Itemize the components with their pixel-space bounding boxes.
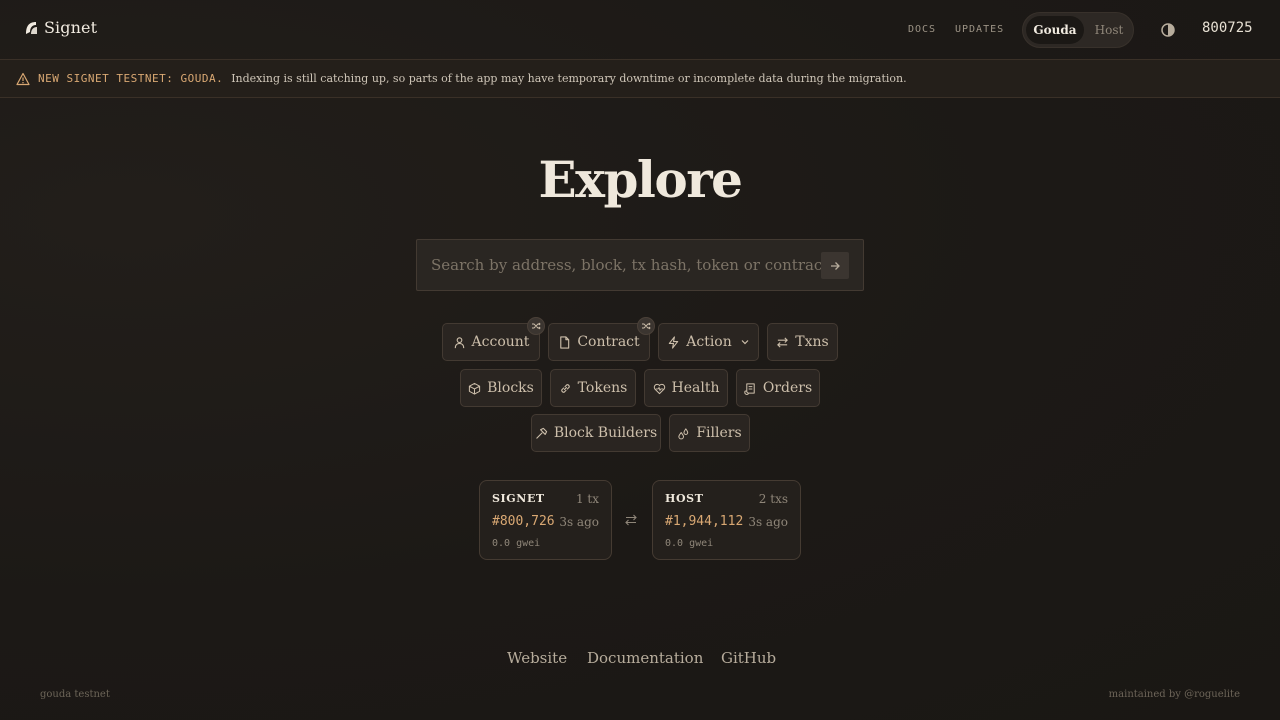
lightning-icon xyxy=(669,335,679,349)
quick-link-fillers-label: Fillers xyxy=(696,425,742,441)
quick-link-action-label: Action xyxy=(686,334,732,350)
quick-link-tokens-label: Tokens xyxy=(577,380,628,396)
footer-documentation-link[interactable]: Documentation xyxy=(587,649,703,667)
quick-link-contract[interactable]: Contract xyxy=(548,323,650,361)
droplets-icon xyxy=(678,427,689,439)
quick-link-block-builders-label: Block Builders xyxy=(553,425,658,441)
swap-icon xyxy=(625,514,637,526)
cube-icon xyxy=(469,382,481,395)
quick-link-account-label: Account xyxy=(471,334,530,350)
quick-link-health[interactable]: Health xyxy=(644,369,728,407)
search-input[interactable] xyxy=(431,240,823,290)
top-navbar: Signet DOCS UPDATES Gouda Host 800725 xyxy=(0,0,1280,60)
quick-link-txns-label: Txns xyxy=(795,334,829,350)
card-block-number[interactable]: #800,726 xyxy=(492,514,555,529)
quick-link-health-label: Health xyxy=(671,380,720,396)
quick-link-blocks[interactable]: Blocks xyxy=(460,369,542,407)
signet-logo-icon xyxy=(26,21,37,34)
chevron-down-icon xyxy=(741,340,749,345)
card-gas-price: 0.0 gwei xyxy=(665,538,714,549)
page-title: Explore xyxy=(538,150,743,209)
footer-website-link[interactable]: Website xyxy=(507,649,567,667)
contrast-icon[interactable] xyxy=(1160,22,1176,38)
arrow-right-icon xyxy=(831,261,840,270)
card-tx-count: 1 tx xyxy=(575,492,599,506)
announcement-banner: NEW SIGNET TESTNET: GOUDA. Indexing is s… xyxy=(0,60,1280,98)
card-chain-label: SIGNET xyxy=(492,492,545,505)
quick-link-fillers[interactable]: Fillers xyxy=(669,414,750,452)
quick-link-action[interactable]: Action xyxy=(658,323,759,361)
footer-maintainer-note[interactable]: maintained by @roguelite xyxy=(1109,689,1240,700)
network-option-gouda[interactable]: Gouda xyxy=(1026,16,1084,44)
card-tx-count: 2 txs xyxy=(758,492,788,506)
latest-block-number[interactable]: 800725 xyxy=(1202,20,1253,36)
network-option-host[interactable]: Host xyxy=(1087,16,1131,44)
arrows-left-right-icon xyxy=(777,336,789,348)
quick-link-orders[interactable]: Orders xyxy=(736,369,820,407)
quick-link-txns[interactable]: Txns xyxy=(767,323,838,361)
signet-chain-card[interactable]: SIGNET 1 tx #800,726 3s ago 0.0 gwei xyxy=(479,480,612,560)
network-toggle: Gouda Host xyxy=(1022,12,1134,48)
quick-link-block-builders[interactable]: Block Builders xyxy=(531,414,661,452)
hammer-icon xyxy=(536,427,547,439)
quick-link-tokens[interactable]: Tokens xyxy=(550,369,636,407)
quick-link-account[interactable]: Account xyxy=(442,323,540,361)
user-icon xyxy=(454,336,464,348)
link-icon xyxy=(560,383,570,393)
host-chain-card[interactable]: HOST 2 txs #1,944,112 3s ago 0.0 gwei xyxy=(652,480,801,560)
shuffle-icon xyxy=(532,322,541,330)
shuffle-icon xyxy=(642,322,651,330)
quick-link-orders-label: Orders xyxy=(762,380,813,396)
search-box xyxy=(416,239,864,291)
scroll-icon xyxy=(744,382,755,395)
card-block-age: 3s ago xyxy=(748,515,788,529)
updates-link[interactable]: UPDATES xyxy=(955,24,1004,35)
heart-pulse-icon xyxy=(653,383,665,394)
banner-message: Indexing is still catching up, so parts … xyxy=(231,72,907,85)
quick-link-blocks-label: Blocks xyxy=(487,380,534,396)
brand[interactable]: Signet xyxy=(24,18,97,37)
random-contract-button[interactable] xyxy=(637,317,655,335)
card-chain-label: HOST xyxy=(665,492,704,505)
search-submit-button[interactable] xyxy=(821,252,849,279)
banner-tag: NEW SIGNET TESTNET: GOUDA. xyxy=(38,72,224,85)
random-account-button[interactable] xyxy=(527,317,545,335)
docs-link[interactable]: DOCS xyxy=(908,24,936,35)
file-icon xyxy=(560,335,570,349)
quick-link-contract-label: Contract xyxy=(577,334,640,350)
footer-network-note: gouda testnet xyxy=(40,689,110,700)
brand-name: Signet xyxy=(44,18,98,37)
card-block-age: 3s ago xyxy=(559,515,599,529)
card-gas-price: 0.0 gwei xyxy=(492,538,541,549)
warning-icon xyxy=(16,72,30,85)
footer-github-link[interactable]: GitHub xyxy=(721,649,776,667)
card-block-number[interactable]: #1,944,112 xyxy=(665,514,743,529)
